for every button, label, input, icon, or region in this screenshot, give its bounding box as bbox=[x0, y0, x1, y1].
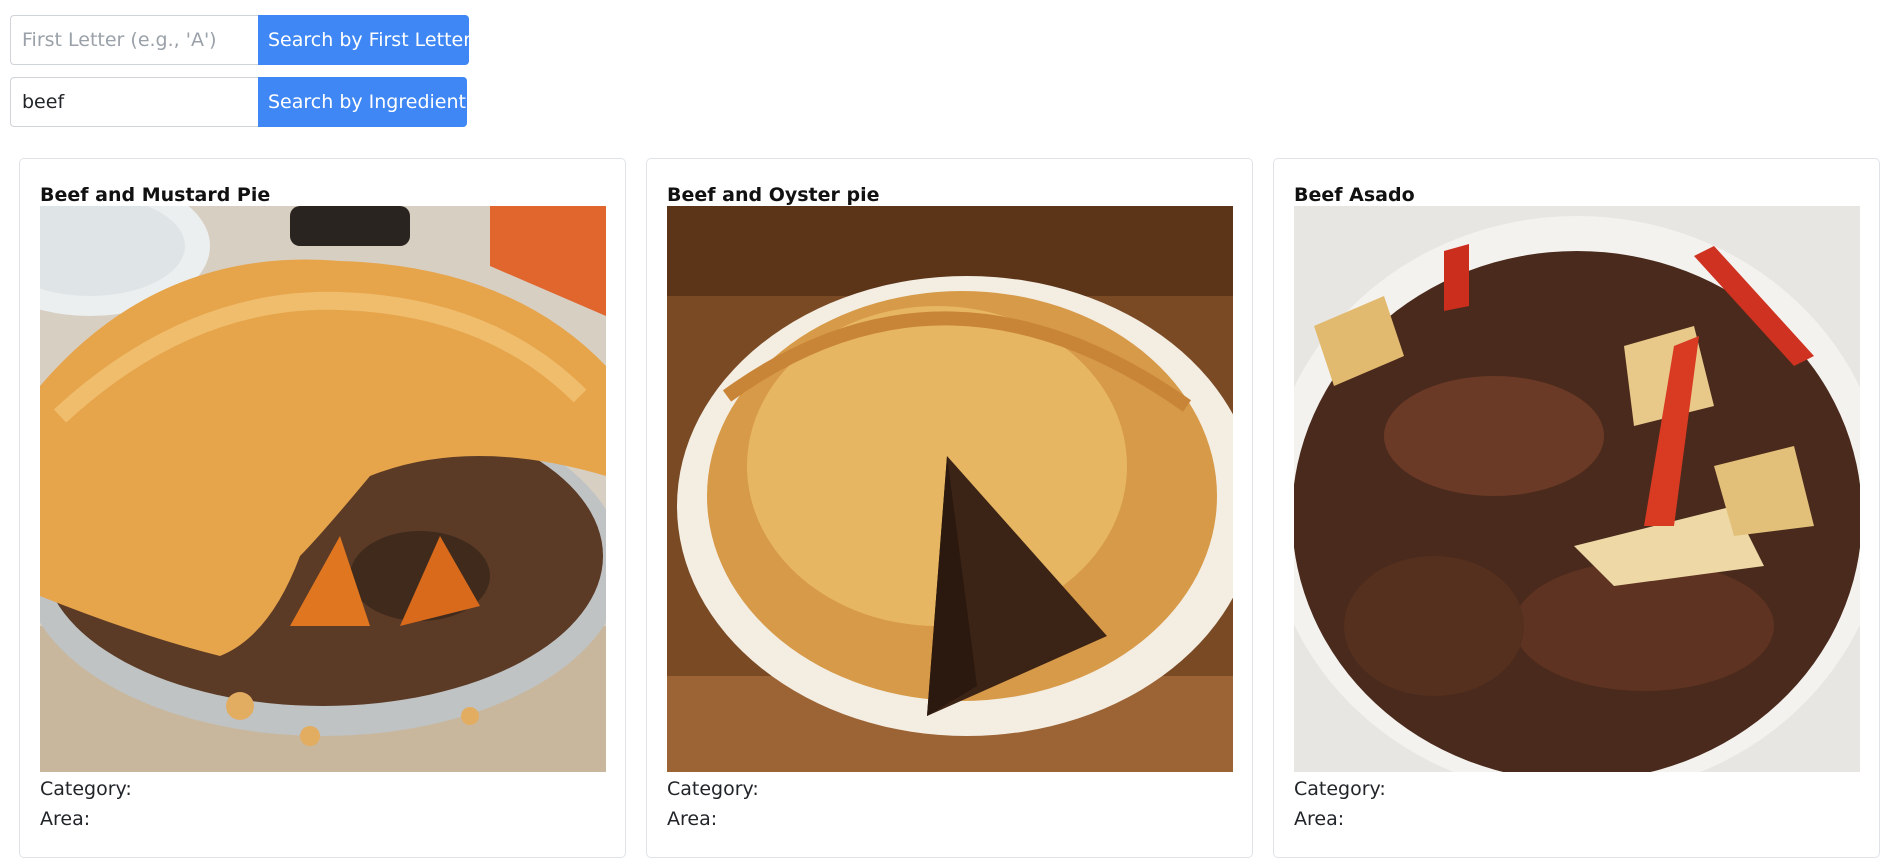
meal-category-label: Category: bbox=[1294, 778, 1386, 800]
meal-card: Beef and Mustard Pie Category: Area: bbox=[19, 158, 626, 858]
ingredient-search-group: Search by Ingredient bbox=[10, 77, 467, 127]
search-by-ingredient-button[interactable]: Search by Ingredient bbox=[258, 77, 467, 127]
ingredient-input[interactable] bbox=[10, 77, 258, 127]
first-letter-search-group: Search by First Letter bbox=[10, 15, 471, 65]
meal-title: Beef Asado bbox=[1294, 184, 1415, 206]
meal-meta: Category: Area: bbox=[667, 774, 1232, 834]
meal-image bbox=[667, 206, 1233, 772]
meal-card: Beef Asado Category: Area: bbox=[1273, 158, 1880, 858]
meal-title: Beef and Oyster pie bbox=[667, 184, 880, 206]
search-by-first-letter-button[interactable]: Search by First Letter bbox=[258, 15, 471, 65]
meal-card: Beef and Oyster pie Category: Area: bbox=[646, 158, 1253, 858]
meal-meta: Category: Area: bbox=[40, 774, 605, 834]
meal-title: Beef and Mustard Pie bbox=[40, 184, 271, 206]
meal-category-label: Category: bbox=[667, 778, 759, 800]
first-letter-input[interactable] bbox=[10, 15, 258, 65]
meal-image bbox=[1294, 206, 1860, 772]
meal-image bbox=[40, 206, 606, 772]
meal-category-label: Category: bbox=[40, 778, 132, 800]
meal-meta: Category: Area: bbox=[1294, 774, 1859, 834]
meal-results: Beef and Mustard Pie Category: Area: Bee… bbox=[19, 158, 1880, 858]
